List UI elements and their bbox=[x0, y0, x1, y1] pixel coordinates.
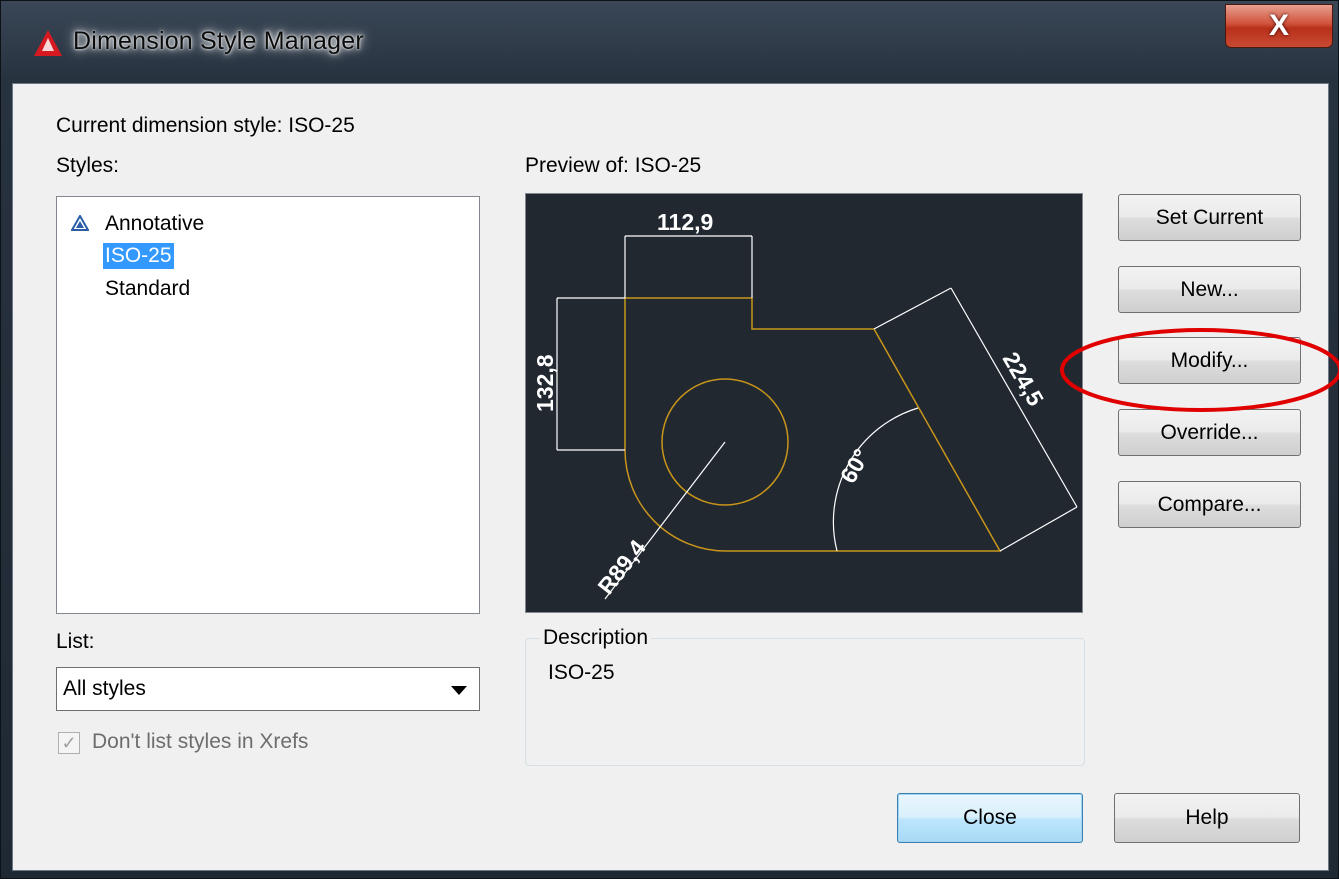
dim-text-vertical: 132,8 bbox=[532, 354, 558, 412]
description-text: ISO-25 bbox=[548, 661, 615, 684]
style-item-annotative[interactable]: Annotative bbox=[103, 211, 206, 237]
help-button[interactable]: Help bbox=[1114, 793, 1300, 843]
dim-text-horizontal: 112,9 bbox=[657, 209, 713, 235]
override-button[interactable]: Override... bbox=[1118, 409, 1301, 456]
dropdown-arrow-icon bbox=[451, 686, 467, 695]
close-icon: X bbox=[1268, 9, 1289, 42]
description-title: Description bbox=[540, 626, 652, 650]
list-label: List: bbox=[56, 630, 95, 653]
list-filter-dropdown[interactable]: All styles bbox=[56, 667, 480, 711]
preview-dimension-texts: 112,9 132,8 224,5 60° R89,4 bbox=[532, 209, 1049, 599]
close-window-button[interactable]: X bbox=[1225, 4, 1333, 48]
dimension-preview: 112,9 132,8 224,5 60° R89,4 bbox=[525, 193, 1083, 613]
style-item-standard[interactable]: Standard bbox=[103, 276, 192, 302]
new-button[interactable]: New... bbox=[1118, 266, 1301, 313]
style-item-iso-25[interactable]: ISO-25 bbox=[103, 243, 174, 269]
close-button[interactable]: Close bbox=[897, 793, 1083, 843]
modify-button[interactable]: Modify... bbox=[1118, 337, 1301, 384]
title-bar[interactable]: Dimension Style Manager X bbox=[1, 1, 1339, 83]
styles-listbox[interactable]: Annotative ISO-25 Standard bbox=[56, 196, 480, 614]
window-title: Dimension Style Manager bbox=[73, 27, 364, 55]
list-filter-value: All styles bbox=[63, 677, 146, 700]
set-current-button[interactable]: Set Current bbox=[1118, 194, 1301, 241]
xref-checkbox[interactable]: ✓ bbox=[58, 732, 80, 754]
dim-text-aligned: 224,5 bbox=[998, 348, 1049, 411]
dialog-content: Current dimension style: ISO-25 Styles: … bbox=[12, 83, 1329, 871]
xref-checkbox-label: Don't list styles in Xrefs bbox=[92, 730, 309, 753]
autocad-logo-icon bbox=[34, 30, 62, 56]
styles-label: Styles: bbox=[56, 154, 120, 177]
description-group: Description ISO-25 bbox=[525, 626, 1085, 766]
annotative-icon bbox=[71, 215, 89, 231]
preview-drawing: 112,9 132,8 224,5 60° R89,4 bbox=[532, 209, 1078, 600]
dim-text-radius: R89,4 bbox=[592, 535, 650, 600]
preview-label: Preview of: ISO-25 bbox=[525, 154, 702, 177]
preview-geometry bbox=[624, 297, 1002, 552]
dialog-window: Dimension Style Manager X Current dimens… bbox=[0, 0, 1339, 879]
current-style-label: Current dimension style: ISO-25 bbox=[56, 114, 355, 137]
compare-button[interactable]: Compare... bbox=[1118, 481, 1301, 528]
